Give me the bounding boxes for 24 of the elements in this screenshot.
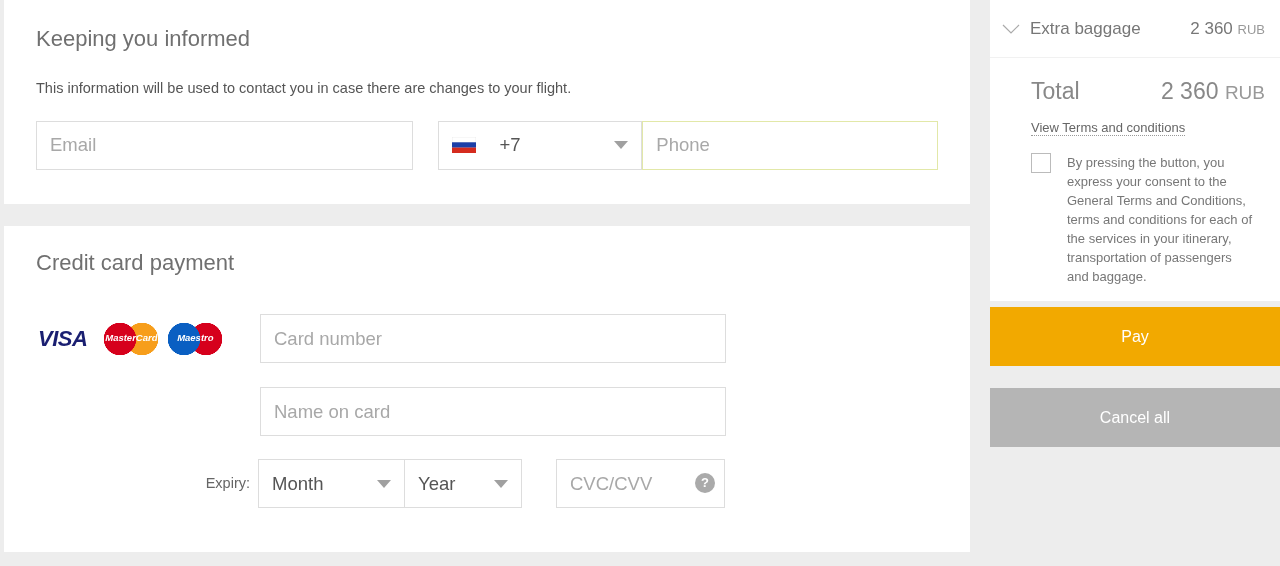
section-title: Credit card payment [36, 249, 236, 277]
caret-icon [377, 479, 391, 488]
consent-checkbox[interactable] [1031, 152, 1051, 173]
item-label: Extra baggage [1030, 17, 1141, 40]
card-number-field[interactable]: Card number [260, 314, 726, 363]
chevron-icon [1002, 23, 1020, 34]
name-on-card-field[interactable]: Name on card [260, 387, 726, 436]
item-amount: 2 360 RUB [1190, 17, 1265, 40]
section-title: Keeping you informed [36, 25, 252, 53]
caret-icon [494, 479, 508, 488]
consent-text: By pressing the button, you express your consent to the General Terms and Conditions, terms and conditions for each of the services in your itinerary, transportation of passengers and baggage. [1067, 153, 1253, 286]
month-select[interactable]: Month [258, 459, 405, 508]
card-logo: VISA [38, 325, 88, 353]
info-text: This information will be used to contact you in case there are changes to your flight. [36, 79, 573, 98]
email-field[interactable]: Email [36, 120, 413, 170]
total-label: Total [1031, 77, 1080, 106]
total-amount: 2 360 RUB [1160, 77, 1265, 106]
expiry-label: Expiry: [205, 473, 250, 493]
country-code-select[interactable]: +7 [437, 120, 643, 170]
caret-icon [614, 141, 629, 150]
flag-icon [451, 137, 476, 154]
year-select[interactable]: Year [405, 459, 522, 508]
phone-field[interactable]: Phone [642, 120, 938, 170]
terms-link[interactable]: View Terms and conditions [1031, 119, 1186, 136]
